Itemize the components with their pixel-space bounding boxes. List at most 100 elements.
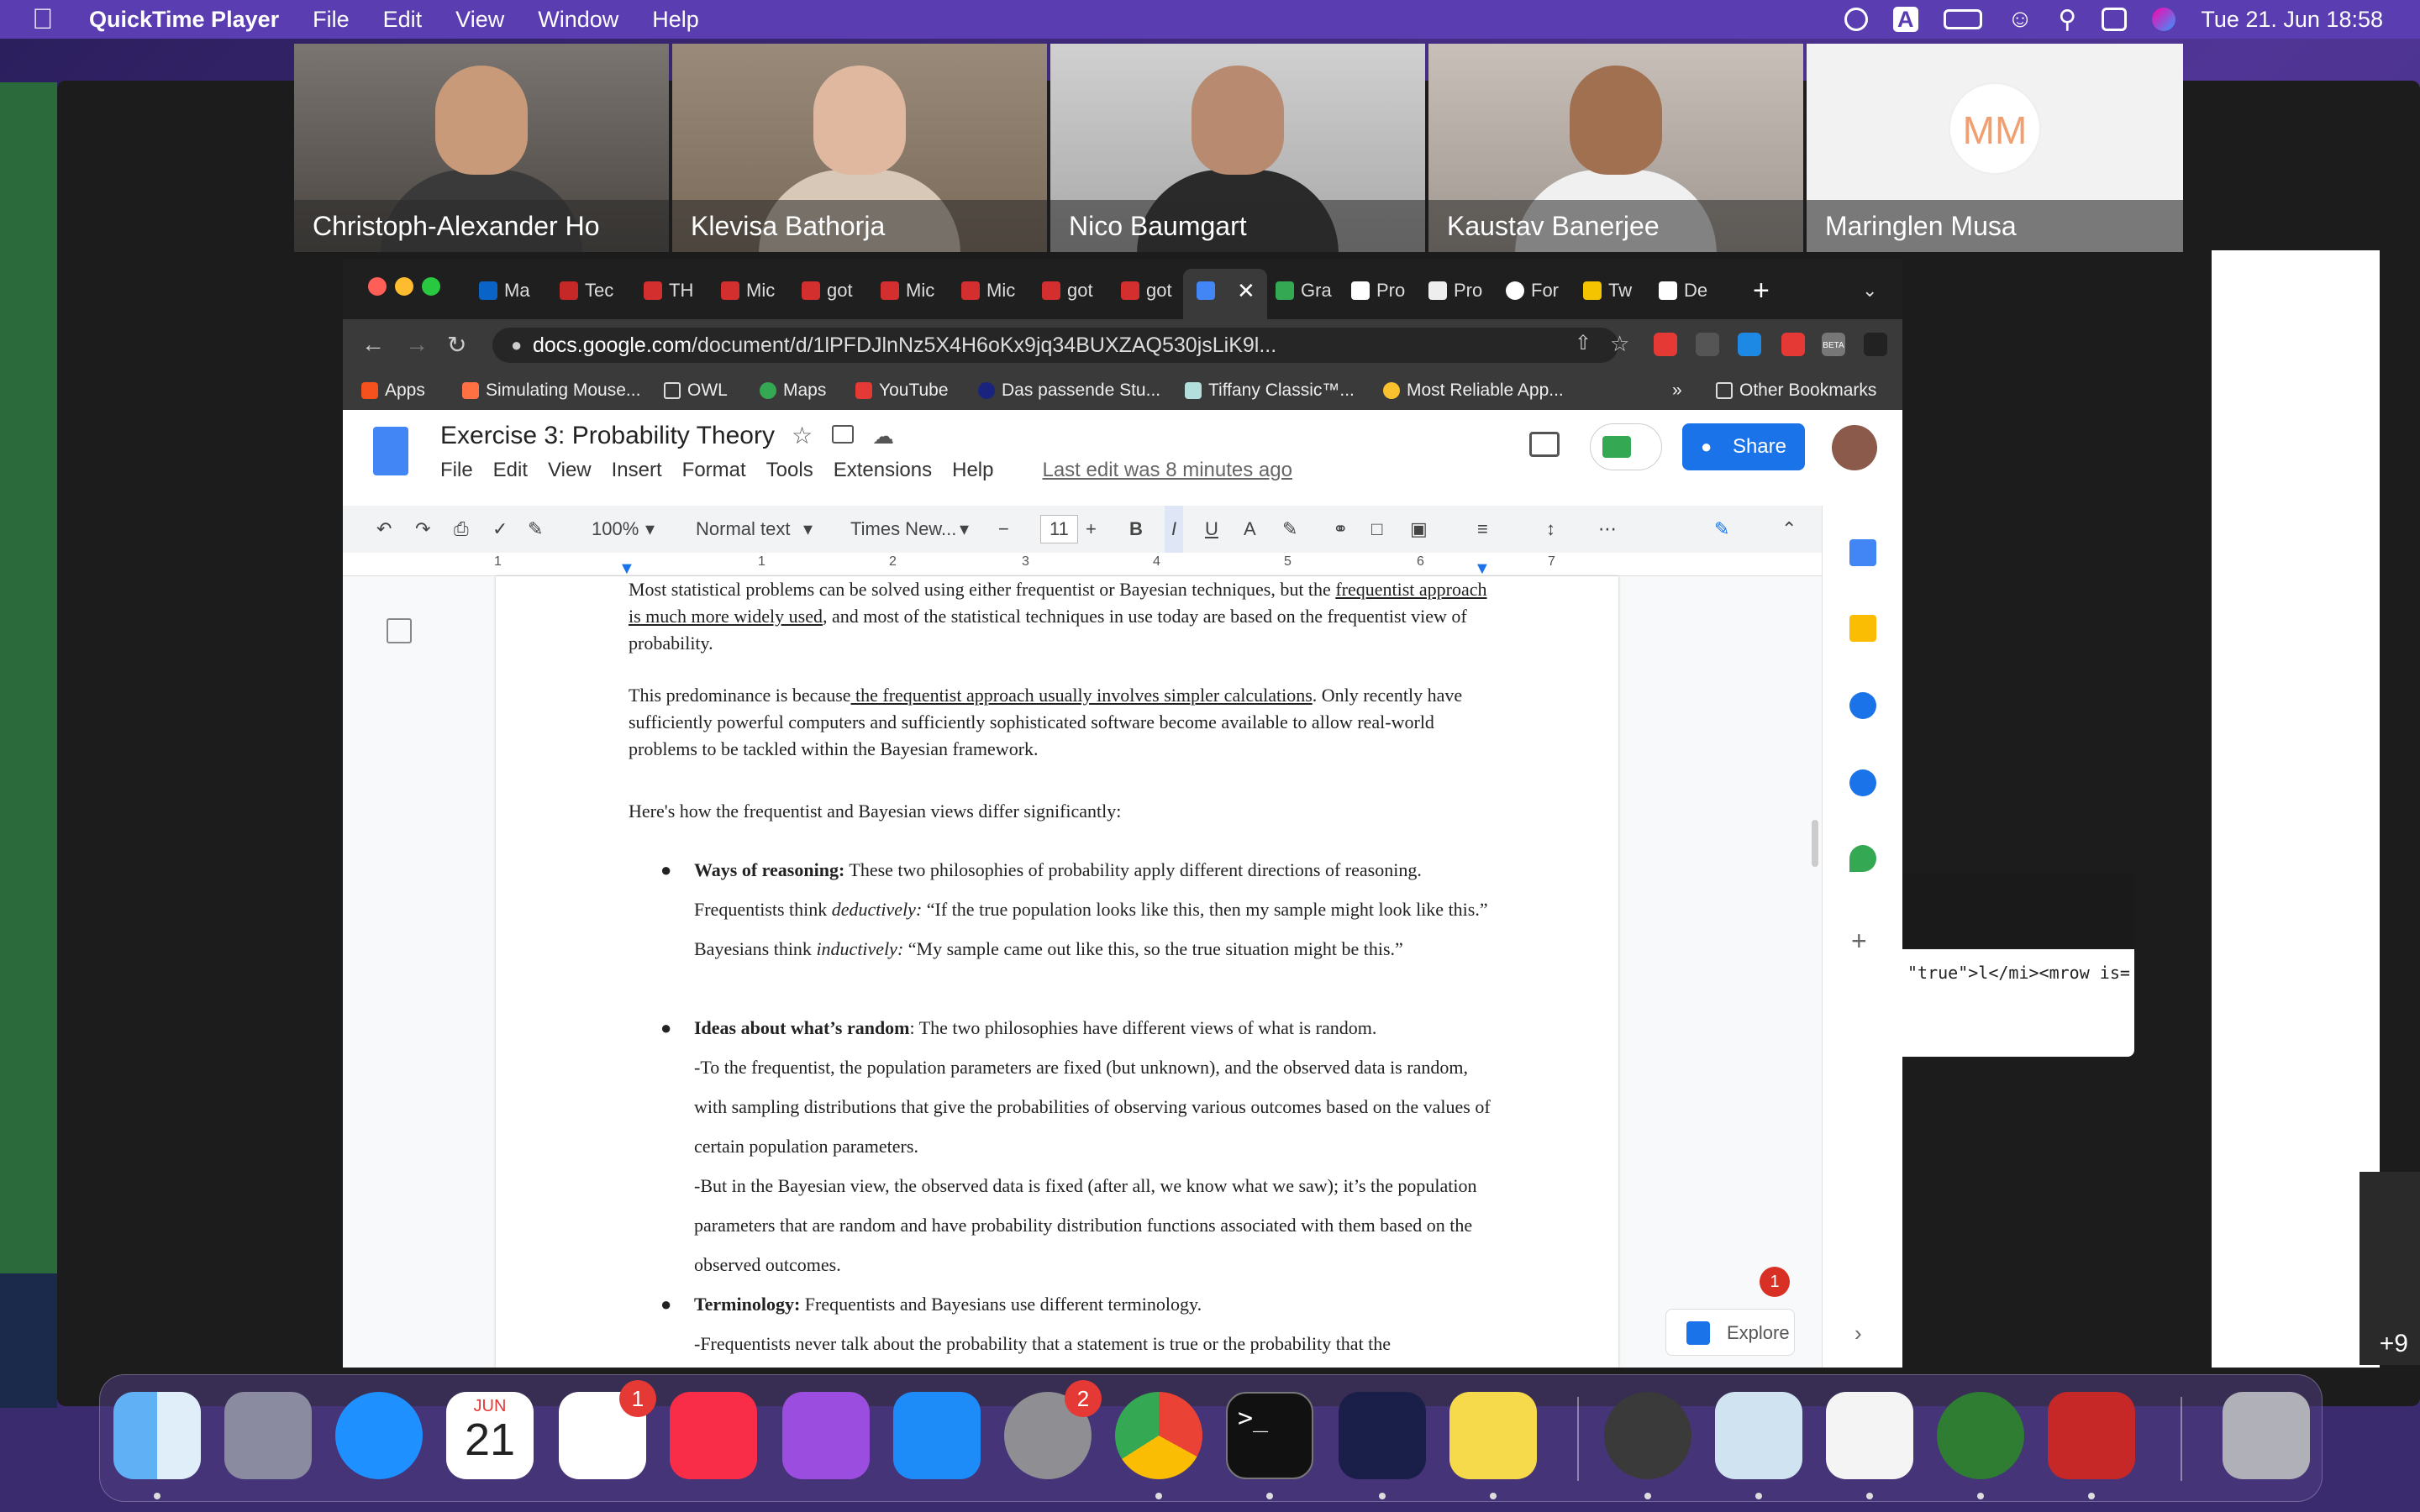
docs-menu-file[interactable]: File (440, 459, 473, 482)
browser-tab[interactable]: Pro (1351, 270, 1405, 311)
browser-tab[interactable]: Pro (1428, 270, 1482, 311)
chrome-icon[interactable] (1115, 1392, 1202, 1479)
bookmark-star-icon[interactable]: ☆ (1610, 331, 1629, 357)
menu-edit[interactable]: Edit (383, 7, 423, 33)
bookmark-item[interactable]: Simulating Mouse... (462, 371, 640, 410)
bookmark-folder[interactable]: OWL (664, 371, 728, 410)
last-edit-link[interactable]: Last edit was 8 minutes ago (1042, 459, 1292, 482)
text-color-icon[interactable]: A (1244, 506, 1256, 553)
lock-icon[interactable]: ● (511, 334, 522, 356)
screen-record-icon[interactable] (1844, 8, 1868, 31)
bookmarks-overflow-icon[interactable]: » (1672, 371, 1682, 410)
bookmark-item[interactable]: YouTube (855, 371, 949, 410)
music-icon[interactable] (670, 1392, 757, 1479)
launchpad-icon[interactable] (224, 1392, 312, 1479)
cloud-status-icon[interactable]: ☁ (872, 423, 894, 449)
battery-icon[interactable] (1943, 9, 1982, 29)
decrease-font-size-button[interactable]: − (998, 506, 1009, 553)
calendar-icon[interactable] (1849, 539, 1876, 566)
menu-help[interactable]: Help (652, 7, 699, 33)
maps-icon[interactable] (1849, 845, 1876, 872)
docs-menu-tools[interactable]: Tools (766, 459, 813, 482)
browser-tab[interactable]: Ma (479, 270, 530, 311)
docs-menu-help[interactable]: Help (952, 459, 993, 482)
apple-menu-icon[interactable]:  (32, 5, 60, 34)
trash-icon[interactable] (2223, 1392, 2310, 1479)
docs-menu-extensions[interactable]: Extensions (834, 459, 932, 482)
browser-tab[interactable]: Mic (881, 270, 934, 311)
minimize-window-button[interactable] (395, 277, 413, 296)
browser-tab[interactable]: Mic (961, 270, 1015, 311)
download-icon[interactable] (1738, 333, 1761, 356)
tasks-icon[interactable] (1849, 692, 1876, 719)
participant-tile[interactable]: Kaustav Banerjee (1428, 44, 1803, 252)
paint-format-icon[interactable]: ✎ (528, 506, 543, 553)
reminders-icon[interactable]: 1 (559, 1380, 656, 1479)
chevron-down-icon[interactable]: ▾ (645, 506, 655, 553)
browser-tab[interactable]: De (1659, 270, 1707, 311)
finder-icon[interactable] (113, 1392, 201, 1479)
ruler[interactable]: 1 1 2 3 4 5 6 7 ▼ ▼ (343, 553, 1822, 578)
browser-tab[interactable]: For (1506, 270, 1559, 311)
siri-icon[interactable] (2152, 8, 2176, 31)
docs-menu-view[interactable]: View (548, 459, 592, 482)
control-center-icon[interactable] (2102, 8, 2128, 31)
participants-overflow[interactable]: +9 (2360, 1172, 2420, 1365)
participant-tile[interactable]: MM Maringlen Musa (1807, 44, 2183, 252)
chevron-down-icon[interactable]: ▾ (960, 506, 969, 553)
extension-icon[interactable] (1781, 333, 1805, 356)
scrollbar-thumb[interactable] (1812, 820, 1818, 867)
font-size-input[interactable]: 11 (1040, 515, 1078, 543)
user-avatar[interactable] (1832, 425, 1877, 470)
app-store-icon[interactable] (893, 1392, 981, 1479)
close-window-button[interactable] (368, 277, 387, 296)
menu-view[interactable]: View (455, 7, 504, 33)
comments-icon[interactable] (1529, 432, 1560, 457)
tab-search-chevron-icon[interactable]: ⌄ (1862, 270, 1877, 311)
more-options-icon[interactable]: ⋯ (1598, 506, 1617, 553)
share-button[interactable]: ● Share (1682, 423, 1805, 470)
docs-menu-edit[interactable]: Edit (493, 459, 528, 482)
participant-tile[interactable]: Nico Baumgart (1050, 44, 1425, 252)
font-select[interactable]: Times New... (850, 506, 956, 553)
bookmark-item[interactable]: Tiffany Classic™... (1185, 371, 1355, 410)
undo-icon[interactable]: ↶ (376, 506, 392, 553)
beta-extension-icon[interactable]: BETA (1822, 333, 1845, 356)
docs-menu-format[interactable]: Format (682, 459, 746, 482)
notes-icon[interactable] (1449, 1392, 1537, 1479)
bookmark-item[interactable]: Maps (760, 371, 826, 410)
new-tab-button[interactable]: + (1753, 270, 1770, 311)
docs-menu-insert[interactable]: Insert (612, 459, 662, 482)
highlight-icon[interactable]: ✎ (1282, 506, 1297, 553)
keep-icon[interactable] (1849, 615, 1876, 642)
wifi-icon[interactable]: ☺ (2007, 5, 2033, 34)
webex-icon[interactable] (1339, 1392, 1426, 1479)
browser-tab[interactable]: Tw (1583, 270, 1632, 311)
extension-icon[interactable] (1696, 333, 1719, 356)
star-icon[interactable]: ☆ (792, 422, 813, 449)
browser-tab[interactable]: got (802, 270, 853, 311)
zoom-select[interactable]: 100% (592, 506, 639, 553)
share-page-icon[interactable]: ⇧ (1575, 331, 1591, 355)
participant-tile[interactable]: Klevisa Bathorja (672, 44, 1047, 252)
notification-badge[interactable]: 1 (1760, 1267, 1790, 1297)
bookmark-item[interactable]: Most Reliable App... (1383, 371, 1564, 410)
chevron-right-icon[interactable]: › (1854, 1320, 1862, 1347)
document-outline-icon[interactable] (387, 618, 412, 643)
app-name-menu[interactable]: QuickTime Player (89, 7, 279, 33)
chevron-down-icon[interactable]: ▾ (803, 506, 813, 553)
move-folder-icon[interactable] (832, 425, 854, 444)
print-icon[interactable]: ⎙ (454, 506, 469, 553)
browser-tab[interactable]: Gra (1276, 270, 1332, 311)
bookmark-item[interactable]: Das passende Stu... (978, 371, 1160, 410)
extension-icon[interactable] (1864, 333, 1887, 356)
redo-icon[interactable]: ↷ (415, 506, 430, 553)
close-tab-icon[interactable]: ✕ (1237, 270, 1255, 311)
terminal-icon[interactable]: >_ (1226, 1392, 1313, 1479)
line-spacing-icon[interactable]: ↕ (1546, 506, 1555, 553)
app-icon[interactable] (2048, 1392, 2135, 1479)
input-source-icon[interactable]: A (1892, 7, 1918, 32)
document-title[interactable]: Exercise 3: Probability Theory (440, 422, 775, 450)
textedit-icon[interactable] (1826, 1392, 1913, 1479)
podcasts-icon[interactable] (782, 1392, 870, 1479)
